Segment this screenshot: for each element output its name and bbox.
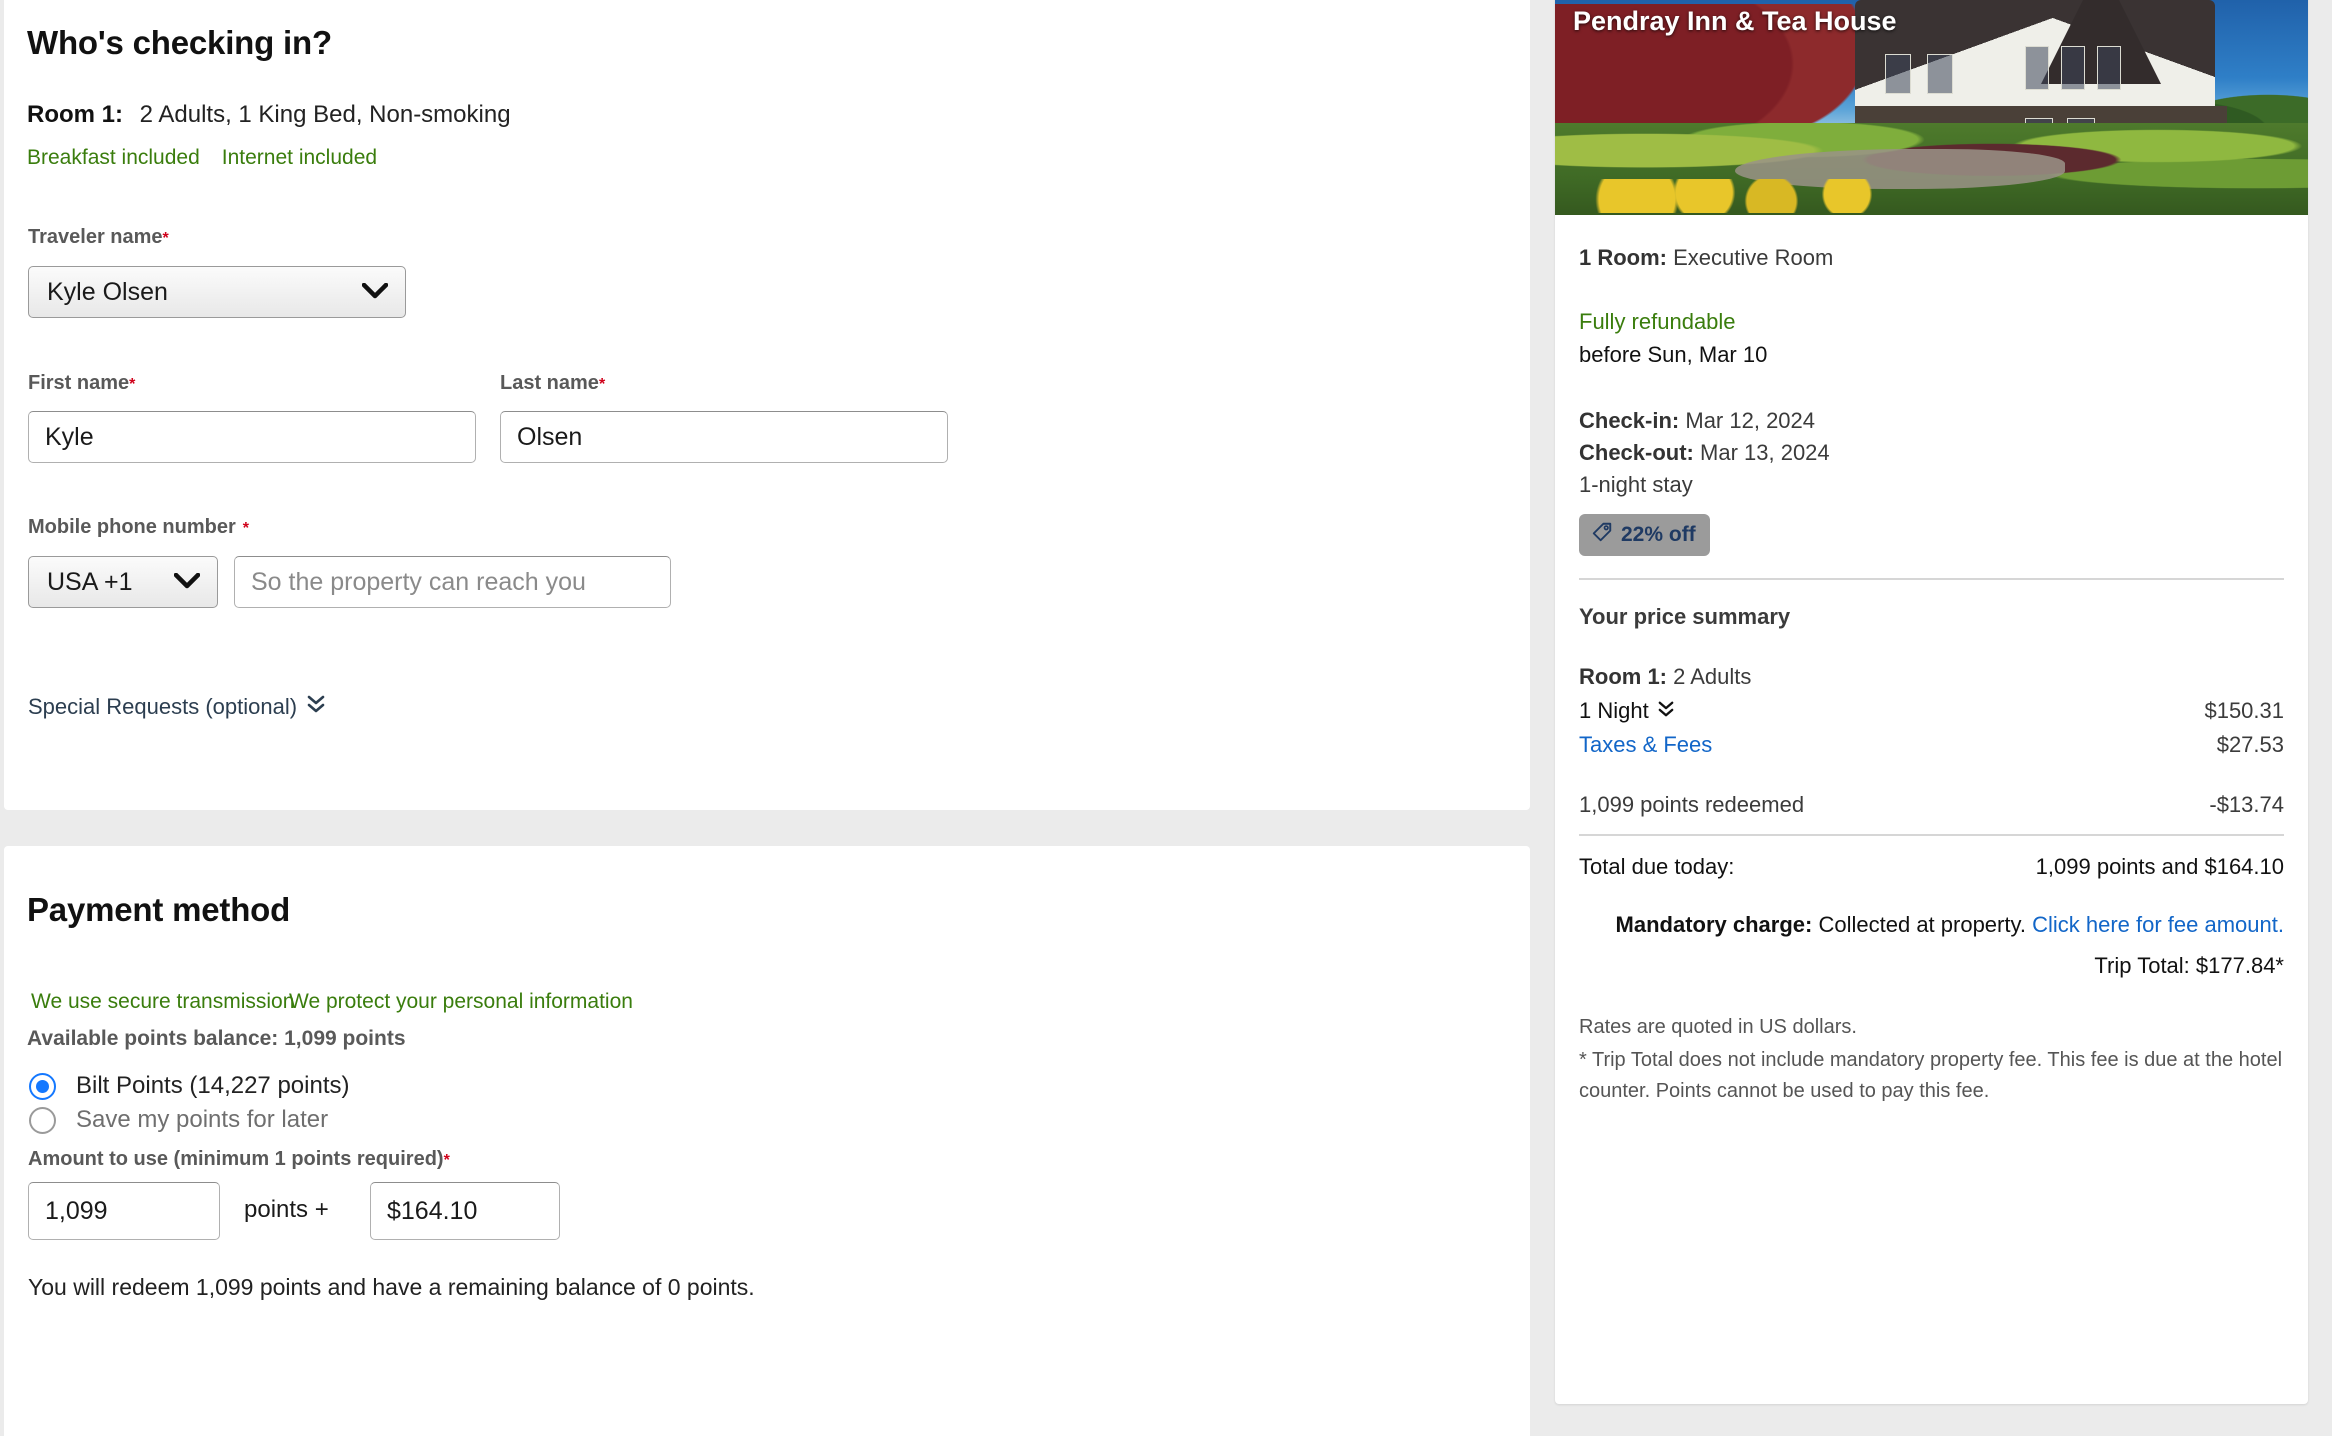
room-summary-line: Room 1: 2 Adults, 1 King Bed, Non-smokin… — [27, 101, 511, 129]
room-type: Executive Room — [1673, 245, 1834, 270]
option-save-points-label: Save my points for later — [76, 1106, 329, 1133]
checkout-date: Mar 13, 2024 — [1700, 440, 1830, 465]
room-label: Room 1: — [27, 101, 123, 128]
total-due-label: Total due today: — [1579, 854, 1735, 879]
total-due-row: Total due today: 1,099 points and $164.1… — [1579, 854, 2284, 880]
phone-country-select-wrapper[interactable]: USA +1 — [28, 556, 218, 608]
mandatory-charge-text: Collected at property. — [1818, 912, 2026, 937]
traveler-name-select-wrapper[interactable]: Kyle Olsen — [28, 266, 406, 318]
amount-required-marker: * — [443, 1152, 450, 1169]
payment-title: Payment method — [27, 891, 291, 928]
first-name-required-marker: * — [129, 376, 136, 393]
first-name-input[interactable] — [28, 411, 476, 463]
room-count-line: 1 Room: Executive Room — [1579, 245, 2284, 271]
first-name-label: First name — [28, 372, 130, 394]
inclusion-internet: Internet included — [221, 146, 378, 169]
nights-price: $150.31 — [2204, 698, 2284, 723]
points-redeemed-value: -$13.74 — [2209, 792, 2284, 817]
taxes-fees-link[interactable]: Taxes & Fees — [1579, 732, 1712, 758]
room-count-label: 1 Room: — [1579, 245, 1667, 270]
divider-above-price — [1579, 578, 2284, 580]
amount-to-use-label: Amount to use (minimum 1 points required… — [28, 1148, 444, 1170]
price-room-line: Room 1: 2 Adults — [1579, 664, 2284, 690]
privacy-note: We protect your personal information — [289, 990, 633, 1013]
taxes-fees-price: $27.53 — [2216, 732, 2284, 757]
mandatory-charge-block: Mandatory charge: Collected at property.… — [1579, 908, 2284, 941]
first-name-label-group: First name* — [28, 372, 135, 395]
phone-number-input[interactable] — [234, 556, 671, 608]
checkin-date: Mar 12, 2024 — [1685, 408, 1816, 433]
payment-options: Bilt Points (14,227 points) Save my poin… — [29, 1054, 349, 1134]
inclusion-breakfast: Breakfast included — [27, 146, 200, 169]
traveler-name-required-marker: * — [162, 230, 169, 247]
refund-status: Fully refundable — [1579, 309, 1736, 334]
redeem-note: You will redeem 1,099 points and have a … — [28, 1274, 755, 1300]
taxes-row: Taxes & Fees $27.53 — [1579, 732, 2284, 758]
divider-above-total — [1579, 834, 2284, 836]
double-chevron-down-icon[interactable] — [1658, 699, 1674, 724]
total-due-value: 1,099 points and $164.10 — [2035, 854, 2284, 879]
amount-label-group: Amount to use (minimum 1 points required… — [28, 1148, 450, 1171]
last-name-label: Last name — [500, 372, 599, 394]
special-requests-toggle[interactable]: Special Requests (optional) — [28, 693, 325, 720]
discount-badge-wrapper: 22% off — [1579, 514, 2284, 556]
nights-label: 1 Night — [1579, 698, 1649, 723]
nights-row[interactable]: 1 Night $150.31 — [1579, 698, 2284, 724]
phone-required-marker: * — [242, 520, 250, 537]
double-chevron-down-icon — [307, 693, 325, 720]
radio-save-points[interactable] — [29, 1106, 56, 1134]
price-summary-card: Pendray Inn & Tea House 1 Room: Executiv… — [1555, 0, 2308, 1404]
page-title: Who's checking in? — [27, 24, 332, 61]
checkin-line: Check-in: Mar 12, 2024 — [1579, 408, 2284, 434]
checkin-card: Who's checking in? Room 1: 2 Adults, 1 K… — [4, 0, 1530, 810]
last-name-input[interactable] — [500, 411, 948, 463]
traveler-name-select[interactable]: Kyle Olsen — [28, 266, 406, 318]
summary-body: 1 Room: Executive Room Fully refundable … — [1555, 215, 2308, 1107]
last-name-required-marker: * — [598, 376, 606, 393]
last-name-label-group: Last name* — [500, 372, 605, 395]
tag-icon — [1591, 521, 1613, 549]
payment-card: Payment method We use secure transmissio… — [4, 846, 1530, 1436]
traveler-name-label-group: Traveler name* — [28, 226, 169, 249]
hotel-name: Pendray Inn & Tea House — [1573, 6, 1897, 36]
phone-label: Mobile phone number — [28, 516, 236, 538]
disclaimer-fee: * Trip Total does not include mandatory … — [1579, 1049, 2283, 1102]
refund-deadline: before Sun, Mar 10 — [1579, 342, 1768, 367]
points-plus-label: points + — [244, 1196, 329, 1223]
phone-country-select[interactable]: USA +1 — [28, 556, 218, 608]
room-description: 2 Adults, 1 King Bed, Non-smoking — [139, 101, 511, 128]
price-room-label: Room 1: — [1579, 664, 1667, 689]
trip-total: Trip Total: $177.84* — [2094, 953, 2284, 978]
option-save-points[interactable]: Save my points for later — [29, 1106, 349, 1134]
points-redeemed-row: 1,099 points redeemed -$13.74 — [1579, 792, 2284, 818]
disclaimer-currency: Rates are quoted in US dollars. — [1579, 1016, 1857, 1038]
points-amount-input[interactable] — [28, 1182, 220, 1240]
cash-amount-input[interactable] — [370, 1182, 560, 1240]
phone-label-group: Mobile phone number * — [28, 516, 249, 539]
traveler-name-label: Traveler name — [28, 226, 163, 248]
discount-badge-label: 22% off — [1621, 523, 1696, 546]
price-room-value: 2 Adults — [1673, 664, 1752, 689]
status-badge: 22% off — [1579, 514, 1710, 556]
radio-bilt-points[interactable] — [29, 1072, 56, 1100]
fee-amount-link[interactable]: Click here for fee amount. — [2032, 912, 2284, 937]
mandatory-charge-label: Mandatory charge: — [1615, 912, 1813, 937]
secure-transmission-note: We use secure transmission — [31, 990, 295, 1013]
points-balance: Available points balance: 1,099 points — [27, 1027, 406, 1050]
price-summary-title: Your price summary — [1579, 604, 1791, 629]
checkout-line: Check-out: Mar 13, 2024 — [1579, 440, 2284, 466]
hotel-photo: Pendray Inn & Tea House — [1555, 0, 2308, 215]
points-redeemed-label: 1,099 points redeemed — [1579, 792, 1805, 817]
checkout-label: Check-out: — [1579, 440, 1694, 465]
checkout-page: Who's checking in? Room 1: 2 Adults, 1 K… — [0, 0, 2332, 1436]
checkin-label: Check-in: — [1579, 408, 1680, 433]
stay-length: 1-night stay — [1579, 472, 1693, 497]
special-requests-label: Special Requests (optional) — [28, 693, 298, 719]
option-bilt-points[interactable]: Bilt Points (14,227 points) — [29, 1072, 349, 1100]
option-bilt-points-label: Bilt Points (14,227 points) — [76, 1072, 350, 1099]
room-inclusions: Breakfast included Internet included — [27, 146, 399, 170]
